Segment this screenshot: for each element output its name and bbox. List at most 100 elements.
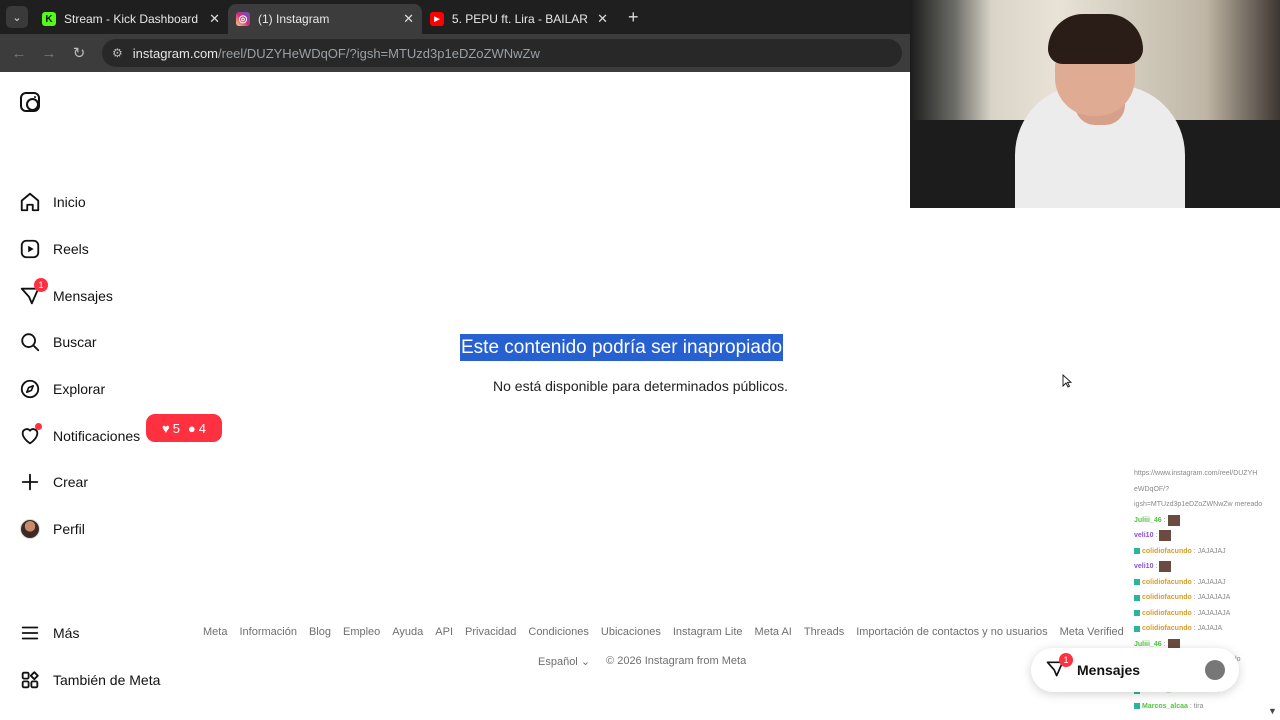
sidebar-item-label: También de Meta — [53, 672, 161, 688]
sidebar-item-tambien-de-meta[interactable]: También de Meta — [18, 667, 160, 693]
chat-username: veli10 — [1134, 532, 1154, 540]
notification-summary-pill[interactable]: ♥ 5 ● 4 — [146, 414, 222, 442]
chat-username: Juliii_46 — [1134, 516, 1162, 524]
instagram-favicon-icon: ◎ — [236, 12, 250, 26]
sidebar-item-reels[interactable]: Reels — [18, 236, 89, 262]
chat-text: : JAJAJAJA — [1193, 594, 1231, 602]
site-info-icon[interactable]: ⚙ — [112, 46, 123, 60]
chat-username: Juliii_46 — [1134, 640, 1162, 648]
forward-icon[interactable]: → — [34, 45, 64, 62]
footer-link[interactable]: Condiciones — [528, 626, 589, 638]
follows-value: 4 — [198, 420, 207, 436]
back-icon[interactable]: ← — [4, 45, 34, 62]
sidebar-item-buscar[interactable]: Buscar — [18, 329, 97, 355]
browser-tab-instagram[interactable]: ◎ (1) Instagram ✕ — [228, 4, 422, 34]
home-icon — [18, 190, 42, 214]
avatar — [1205, 660, 1225, 680]
reload-icon[interactable]: ↻ — [64, 44, 94, 62]
chat-message: colidiofacundo: JAJAJA — [1134, 621, 1280, 637]
browser-tab-kick[interactable]: K Stream - Kick Dashboard ✕ — [34, 4, 228, 34]
sidebar-item-crear[interactable]: Crear — [18, 469, 88, 495]
footer-link[interactable]: API — [435, 626, 453, 638]
footer-link[interactable]: Instagram Lite — [673, 626, 743, 638]
apps-grid-icon — [18, 668, 42, 692]
messenger-icon: 1 — [18, 278, 48, 308]
chat-message: colidiofacundo: JAJAJAJA — [1134, 606, 1280, 622]
footer-link[interactable]: Meta Verified — [1060, 626, 1124, 638]
browser-tab-bar: ⌄ K Stream - Kick Dashboard ✕ ◎ (1) Inst… — [0, 0, 910, 34]
menu-icon — [18, 621, 42, 645]
mouse-cursor-icon — [1062, 374, 1072, 388]
tab-title: Stream - Kick Dashboard — [64, 12, 199, 26]
sidebar-item-explorar[interactable]: Explorar — [18, 376, 105, 402]
sidebar-item-notificaciones[interactable]: Notificaciones — [18, 423, 140, 449]
sidebar-item-label: Crear — [53, 474, 89, 490]
footer-link[interactable]: Meta — [203, 626, 227, 638]
footer-link[interactable]: Meta AI — [755, 626, 792, 638]
chat-text: : — [1163, 516, 1166, 524]
chat-username: colidiofacundo — [1142, 578, 1192, 586]
sidebar-item-mensajes[interactable]: 1 Mensajes — [18, 278, 113, 309]
new-tab-icon[interactable]: + — [628, 7, 639, 28]
close-tab-icon[interactable]: ✕ — [397, 11, 414, 27]
sidebar-item-label: Perfil — [53, 521, 85, 537]
sidebar-item-inicio[interactable]: Inicio — [18, 189, 86, 215]
footer-link[interactable]: Información — [239, 626, 296, 638]
footer-link[interactable]: Privacidad — [465, 626, 516, 638]
url-input[interactable]: ⚙ instagram.com/reel/DUZYHeWDqOF/?igsh=M… — [102, 39, 902, 67]
chat-emote-image — [1159, 561, 1172, 573]
chat-text: : — [1155, 532, 1158, 540]
chat-message: igsh=MTUzd3p1eDZoZWNwZw mereado — [1134, 497, 1280, 513]
plus-icon — [18, 470, 42, 494]
chat-username: colidiofacundo — [1142, 594, 1192, 602]
chat-text: : tira — [1189, 702, 1204, 710]
youtube-favicon-icon: ▶ — [430, 12, 444, 26]
close-tab-icon[interactable]: ✕ — [203, 11, 220, 27]
unread-badge: 1 — [34, 278, 48, 292]
likes-count: ♥ 5 — [162, 421, 180, 436]
chat-message: colidiofacundo: JAJAJAJ — [1134, 544, 1280, 560]
url-path: /reel/DUZYHeWDqOF/?igsh=MTUzd3p1eDZoZWNw… — [218, 45, 540, 61]
compass-icon — [18, 377, 42, 401]
sidebar-item-label: Notificaciones — [53, 428, 141, 444]
sidebar-item-perfil[interactable]: Perfil — [18, 516, 85, 542]
close-tab-icon[interactable]: ✕ — [591, 11, 608, 27]
chat-message: eWDqOF/? — [1134, 482, 1280, 498]
language-selector[interactable]: Español ⌄ — [538, 655, 590, 668]
tab-search-button[interactable]: ⌄ — [6, 6, 28, 28]
person-icon: ● — [187, 420, 196, 436]
footer-link[interactable]: Blog — [309, 626, 331, 638]
messages-floating-button[interactable]: 1 Mensajes — [1031, 648, 1239, 692]
copyright-text: © 2026 Instagram from Meta — [606, 655, 747, 667]
sidebar-item-label: Reels — [53, 241, 89, 257]
unread-badge: 1 — [1059, 653, 1073, 667]
chat-text: : JAJAJA — [1193, 625, 1223, 633]
chat-text: eWDqOF/? — [1134, 485, 1170, 493]
footer-link[interactable]: Ayuda — [392, 626, 423, 638]
chat-message: veli10: — [1134, 559, 1280, 575]
footer-link[interactable]: Ubicaciones — [601, 626, 661, 638]
sidebar-item-label: Más — [53, 625, 80, 641]
sidebar-item-label: Mensajes — [53, 288, 113, 304]
instagram-sidebar: Inicio Reels 1 Mensajes Buscar Explorar … — [0, 72, 240, 720]
heart-icon — [18, 423, 42, 448]
footer-link[interactable]: Threads — [804, 626, 844, 638]
chat-text: : — [1155, 563, 1158, 571]
chat-username: Marcos_alcaa — [1142, 702, 1188, 710]
kick-favicon-icon: K — [42, 12, 56, 26]
chat-message: Marcos_alcaa: tira — [1134, 699, 1280, 715]
content-warning-subtitle: No está disponible para determinados púb… — [493, 378, 788, 394]
sidebar-item-label: Explorar — [53, 381, 106, 397]
sidebar-item-mas[interactable]: Más — [18, 620, 79, 646]
profile-avatar — [18, 517, 42, 541]
scroll-down-arrow-icon[interactable]: ▼ — [1268, 706, 1277, 716]
chevron-down-icon: ⌄ — [580, 656, 591, 668]
footer-link[interactable]: Importación de contactos y no usuarios — [856, 626, 1047, 638]
footer-link[interactable]: Empleo — [343, 626, 380, 638]
instagram-logo-icon[interactable] — [20, 92, 40, 112]
chat-text: igsh=MTUzd3p1eDZoZWNwZw mereado — [1134, 501, 1263, 509]
browser-tab-youtube[interactable]: ▶ 5. PEPU ft. Lira - BAILAR Y NO P ✕ — [422, 4, 616, 34]
chat-message: colidiofacundo: JAJAJAJ — [1134, 575, 1280, 591]
url-host: instagram.com — [132, 45, 219, 61]
sidebar-item-label: Inicio — [53, 194, 86, 210]
